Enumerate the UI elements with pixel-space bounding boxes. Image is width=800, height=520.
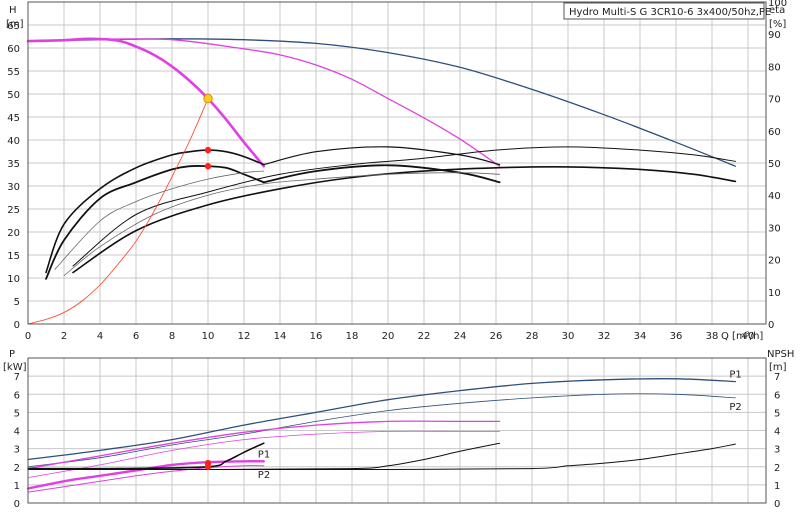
npsh-tick-label: 3 [774, 445, 780, 456]
bottom-curve-8 [27, 443, 736, 471]
y-tick-label: 60 [7, 44, 20, 55]
p-axis-label: P [9, 349, 15, 360]
x-tick-label: 30 [562, 331, 575, 342]
top-curve-2 [26, 37, 266, 168]
x-tick-label: 12 [238, 331, 251, 342]
npsh-tick-label: 1 [774, 481, 780, 492]
series-label-p1: P1 [258, 449, 270, 460]
power-point-marker [204, 463, 212, 470]
npsh-axis-label: NPSH [767, 349, 794, 360]
x-tick-label: 32 [598, 331, 611, 342]
y-tick-label: 55 [7, 67, 20, 78]
x-tick-label: 28 [526, 331, 539, 342]
y-tick-label: 30 [7, 182, 20, 193]
y-tick-label: 45 [7, 113, 20, 124]
npsh-tick-label: 5 [774, 408, 780, 419]
x-tick-label: 6 [133, 331, 139, 342]
top-curve-1 [27, 38, 501, 167]
npsh-tick-label: 4 [774, 427, 780, 438]
series-label-p2: P2 [729, 402, 741, 413]
x-tick-label: 20 [382, 331, 395, 342]
operating-point-marker [204, 146, 212, 154]
bottom-grid [27, 358, 766, 504]
top-curve-11 [27, 98, 209, 325]
x-tick-label: 36 [670, 331, 683, 342]
y-tick-label: 40 [7, 136, 20, 147]
x-tick-label: 16 [310, 331, 323, 342]
power-npsh-chart: 0 1 2 3 4 5 6 7 0 1 2 3 4 5 6 7 P1 P2 P1 P2 P [kW] NPSH [m… [3, 349, 794, 510]
y2-axis-label: eta [769, 5, 785, 16]
y2-tick-label: 60 [768, 127, 781, 138]
bottom-series-layer [26, 378, 737, 493]
y-tick-label: 35 [7, 159, 20, 170]
y2-tick-label: 10 [768, 288, 781, 299]
duty-point-marker [203, 93, 213, 104]
top-series-layer [26, 37, 737, 325]
series-label-p2: P2 [258, 470, 270, 481]
npsh-tick-label: 2 [774, 463, 780, 474]
head-efficiency-chart: 0 2 4 6 8 10 12 14 16 18 20 22 24 26 28 30 32 34 36 38 40051… [6, 0, 787, 342]
x-tick-label: 34 [634, 331, 647, 342]
y2-tick-label: 20 [768, 256, 781, 267]
p-tick-label: 4 [14, 427, 20, 438]
p-tick-label: 1 [14, 481, 20, 492]
p-tick-label: 3 [14, 445, 20, 456]
y-tick-label: 0 [14, 320, 20, 331]
npsh-tick-label: 6 [774, 390, 780, 401]
npsh-tick-label: 7 [774, 372, 780, 383]
x-tick-label: 10 [202, 331, 215, 342]
y-tick-label: 50 [7, 90, 20, 101]
bottom-curve-0 [27, 378, 737, 461]
p-tick-label: 7 [14, 372, 20, 383]
operating-point-marker [204, 163, 212, 170]
y2-tick-label: 90 [768, 30, 781, 41]
y2-tick-label: 40 [768, 191, 781, 202]
y-tick-label: 25 [7, 205, 20, 216]
y2-tick-label: 0 [768, 320, 774, 331]
y2-tick-label: 30 [768, 223, 781, 234]
y2-axis-unit: [%] [769, 19, 786, 30]
y-tick-label: 20 [7, 228, 20, 239]
p-tick-label: 5 [14, 408, 20, 419]
x-tick-label: 22 [418, 331, 431, 342]
npsh-axis-unit: [m] [769, 362, 787, 373]
x-tick-label: 18 [346, 331, 359, 342]
bottom-marker-layer [204, 459, 212, 470]
y-tick-label: 5 [14, 297, 20, 308]
x-tick-label: 4 [97, 331, 103, 342]
chart-title: Hydro Multi-S G 3CR10-6 3x400/50hz,PE [569, 7, 771, 18]
y-tick-label: 10 [7, 274, 20, 285]
x-tick-label: 14 [274, 331, 287, 342]
y-axis-label: H [9, 5, 17, 16]
series-label-p1: P1 [729, 370, 741, 381]
x-tick-label: 8 [169, 331, 175, 342]
top-grid [27, 2, 766, 325]
p-tick-label: 6 [14, 390, 20, 401]
x-tick-label: 0 [25, 331, 31, 342]
y2-tick-label: 70 [768, 95, 781, 106]
y-tick-label: 15 [7, 251, 20, 262]
y-axis-unit: [m] [6, 19, 24, 30]
p-axis-unit: [kW] [3, 362, 27, 373]
p-tick-label: 0 [14, 499, 20, 510]
pump-curve-chart: 0 2 4 6 8 10 12 14 16 18 20 22 24 26 28 30 32 34 36 38 40051… [3, 0, 794, 510]
x-tick-label: 24 [454, 331, 467, 342]
npsh-tick-label: 0 [774, 499, 780, 510]
p-tick-label: 2 [14, 463, 20, 474]
y2-tick-label: 80 [768, 62, 781, 73]
x-tick-label: 38 [706, 331, 719, 342]
x-tick-label: 26 [490, 331, 503, 342]
bottom-tick-labels: 0 1 2 3 4 5 6 7 0 1 2 3 4 5 6 7 [14, 372, 781, 510]
x-tick-label: 2 [61, 331, 67, 342]
y2-tick-label: 50 [768, 159, 781, 170]
x-axis-label: Q [m³/h] [721, 331, 763, 342]
